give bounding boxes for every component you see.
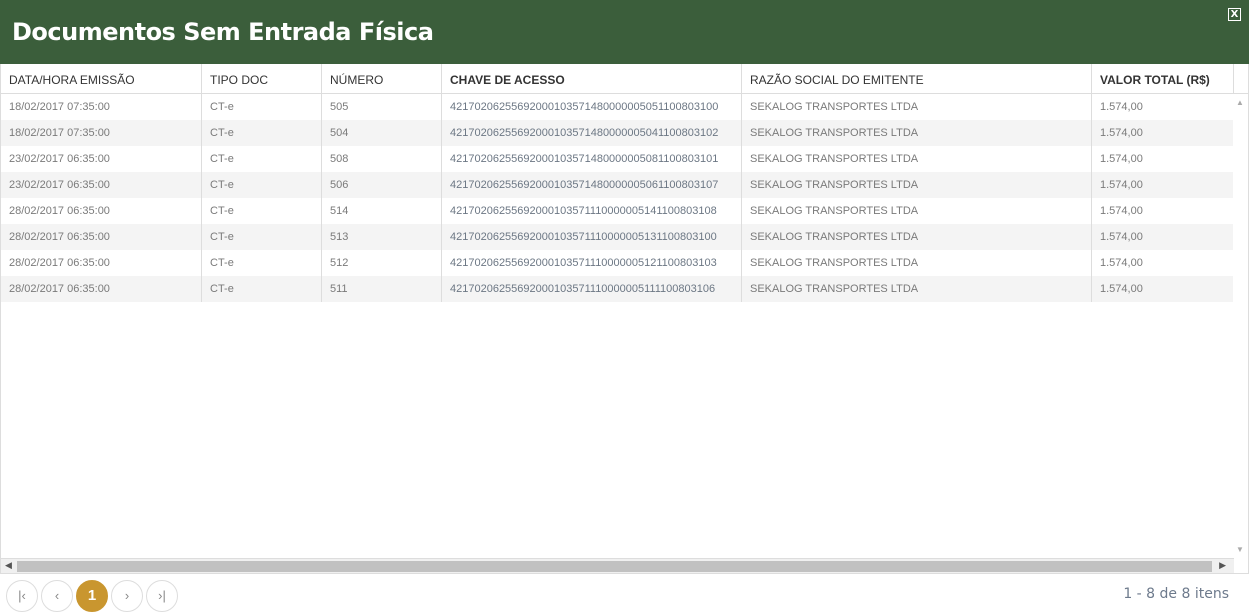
cell-numero: 504 — [322, 120, 442, 146]
cell-tipo-doc: CT-e — [202, 172, 322, 198]
cell-valor-total: 1.574,00 — [1092, 146, 1234, 172]
cell-tipo-doc: CT-e — [202, 224, 322, 250]
cell-razao-social: SEKALOG TRANSPORTES LTDA — [742, 224, 1092, 250]
cell-chave-acesso: 4217020625569200010357148000000506110080… — [442, 172, 742, 198]
cell-tipo-doc: CT-e — [202, 120, 322, 146]
cell-chave-acesso: 4217020625569200010357148000000504110080… — [442, 120, 742, 146]
column-header-tipo-doc[interactable]: TIPO DOC — [202, 64, 322, 94]
cell-tipo-doc: CT-e — [202, 250, 322, 276]
cell-numero: 508 — [322, 146, 442, 172]
cell-razao-social: SEKALOG TRANSPORTES LTDA — [742, 120, 1092, 146]
column-header-valor-total[interactable]: VALOR TOTAL (R$) — [1092, 64, 1234, 94]
pagination: |‹ ‹ 1 › ›| — [6, 580, 178, 612]
scrollbar-thumb[interactable] — [17, 561, 1212, 572]
column-header-data-hora[interactable]: DATA/HORA EMISSÃO — [1, 64, 202, 94]
next-page-button[interactable]: › — [111, 580, 143, 612]
cell-numero: 512 — [322, 250, 442, 276]
scroll-down-icon[interactable]: ▼ — [1236, 545, 1244, 554]
cell-chave-acesso: 4217020625569200010357111000000511110080… — [442, 276, 742, 302]
cell-data-hora: 28/02/2017 06:35:00 — [1, 198, 202, 224]
vertical-scrollbar[interactable]: ▲ ▼ — [1233, 94, 1248, 558]
cell-numero: 514 — [322, 198, 442, 224]
cell-valor-total: 1.574,00 — [1092, 172, 1234, 198]
table-row[interactable]: 18/02/2017 07:35:00 CT-e 505 42170206255692… — [1, 94, 1234, 120]
cell-data-hora: 28/02/2017 06:35:00 — [1, 276, 202, 302]
column-header-numero[interactable]: NÚMERO — [322, 64, 442, 94]
cell-razao-social: SEKALOG TRANSPORTES LTDA — [742, 146, 1092, 172]
cell-data-hora: 28/02/2017 06:35:00 — [1, 250, 202, 276]
cell-valor-total: 1.574,00 — [1092, 198, 1234, 224]
cell-razao-social: SEKALOG TRANSPORTES LTDA — [742, 172, 1092, 198]
column-header-razao-social[interactable]: RAZÃO SOCIAL DO EMITENTE — [742, 64, 1092, 94]
cell-valor-total: 1.574,00 — [1092, 276, 1234, 302]
scroll-right-icon[interactable]: ▶ — [1219, 560, 1226, 571]
cell-chave-acesso: 4217020625569200010357111000000513110080… — [442, 224, 742, 250]
cell-data-hora: 18/02/2017 07:35:00 — [1, 120, 202, 146]
cell-data-hora: 28/02/2017 06:35:00 — [1, 224, 202, 250]
table-row[interactable]: 23/02/2017 06:35:00 CT-e 508 42170206255692… — [1, 146, 1234, 172]
cell-tipo-doc: CT-e — [202, 94, 322, 120]
header-scroll-spacer — [1234, 64, 1249, 94]
window-title: Documentos Sem Entrada Física — [12, 18, 434, 46]
cell-chave-acesso: 4217020625569200010357111000000514110080… — [442, 198, 742, 224]
cell-razao-social: SEKALOG TRANSPORTES LTDA — [742, 250, 1092, 276]
close-icon[interactable]: X — [1228, 8, 1241, 21]
table-body: 18/02/2017 07:35:00 CT-e 505 42170206255692… — [1, 94, 1234, 302]
cell-valor-total: 1.574,00 — [1092, 94, 1234, 120]
cell-razao-social: SEKALOG TRANSPORTES LTDA — [742, 276, 1092, 302]
table-row[interactable]: 28/02/2017 06:35:00 CT-e 513 42170206255692… — [1, 224, 1234, 250]
cell-data-hora: 23/02/2017 06:35:00 — [1, 172, 202, 198]
cell-data-hora: 23/02/2017 06:35:00 — [1, 146, 202, 172]
cell-numero: 513 — [322, 224, 442, 250]
table-row[interactable]: 28/02/2017 06:35:00 CT-e 511 42170206255692… — [1, 276, 1234, 302]
prev-page-button[interactable]: ‹ — [41, 580, 73, 612]
table-row[interactable]: 23/02/2017 06:35:00 CT-e 506 42170206255692… — [1, 172, 1234, 198]
scroll-up-icon[interactable]: ▲ — [1236, 98, 1244, 107]
table-row[interactable]: 28/02/2017 06:35:00 CT-e 514 42170206255692… — [1, 198, 1234, 224]
horizontal-scrollbar[interactable]: ◀ ▶ — [1, 558, 1234, 573]
cell-razao-social: SEKALOG TRANSPORTES LTDA — [742, 198, 1092, 224]
window-header: Documentos Sem Entrada Física X — [0, 0, 1249, 64]
cell-numero: 505 — [322, 94, 442, 120]
cell-chave-acesso: 4217020625569200010357148000000508110080… — [442, 146, 742, 172]
cell-tipo-doc: CT-e — [202, 198, 322, 224]
cell-numero: 506 — [322, 172, 442, 198]
cell-chave-acesso: 4217020625569200010357148000000505110080… — [442, 94, 742, 120]
table-row[interactable]: 28/02/2017 06:35:00 CT-e 512 42170206255692… — [1, 250, 1234, 276]
cell-valor-total: 1.574,00 — [1092, 120, 1234, 146]
cell-razao-social: SEKALOG TRANSPORTES LTDA — [742, 94, 1092, 120]
cell-valor-total: 1.574,00 — [1092, 250, 1234, 276]
documents-grid: DATA/HORA EMISSÃO TIPO DOC NÚMERO CHAVE … — [0, 64, 1249, 574]
scroll-left-icon[interactable]: ◀ — [5, 560, 12, 571]
cell-data-hora: 18/02/2017 07:35:00 — [1, 94, 202, 120]
column-header-chave-acesso[interactable]: CHAVE DE ACESSO — [442, 64, 742, 94]
cell-tipo-doc: CT-e — [202, 146, 322, 172]
cell-valor-total: 1.574,00 — [1092, 224, 1234, 250]
cell-numero: 511 — [322, 276, 442, 302]
last-page-button[interactable]: ›| — [146, 580, 178, 612]
first-page-button[interactable]: |‹ — [6, 580, 38, 612]
pager-info: 1 - 8 de 8 itens — [1123, 586, 1229, 602]
cell-tipo-doc: CT-e — [202, 276, 322, 302]
page-1-button[interactable]: 1 — [76, 580, 108, 612]
table-row[interactable]: 18/02/2017 07:35:00 CT-e 504 42170206255692… — [1, 120, 1234, 146]
cell-chave-acesso: 4217020625569200010357111000000512110080… — [442, 250, 742, 276]
